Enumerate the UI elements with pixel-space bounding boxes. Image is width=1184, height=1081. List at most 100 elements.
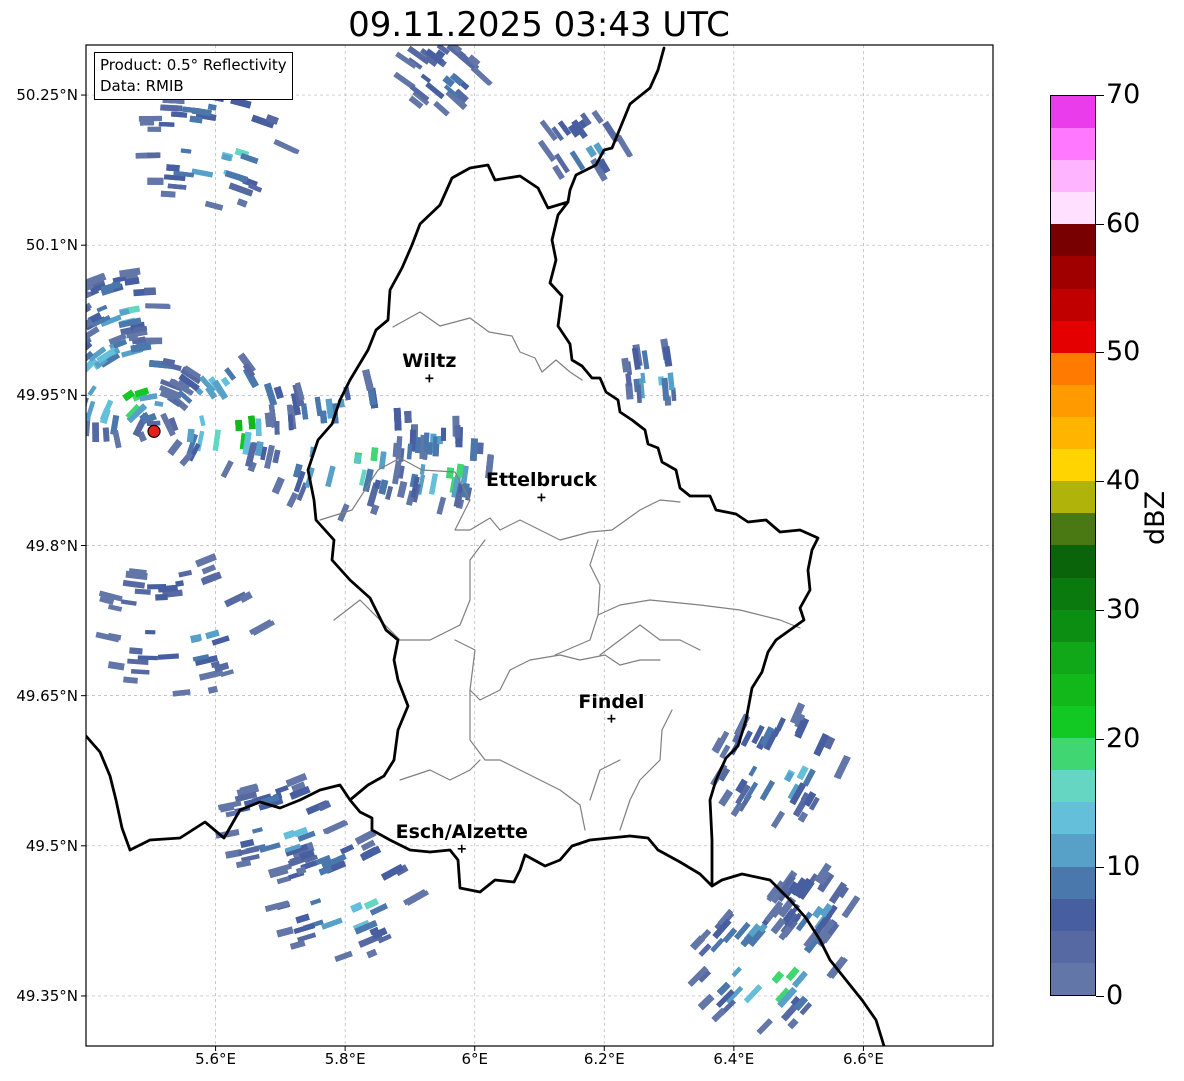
echo-bin xyxy=(52,351,70,373)
echo-bin xyxy=(425,81,445,100)
echo-bin xyxy=(771,810,785,829)
colorbar-segment xyxy=(1051,706,1095,739)
axis-ticks xyxy=(81,94,864,1051)
echo-bin xyxy=(58,364,69,378)
echo-bin xyxy=(711,1007,727,1023)
echo-bin xyxy=(404,410,412,423)
echo-bin xyxy=(537,139,557,163)
colorbar-tick-label: 40 xyxy=(1106,465,1141,497)
lon-tick-label: 5.6°E xyxy=(195,1050,236,1068)
lon-tick-label: 6.6°E xyxy=(843,1050,884,1068)
echo-bin xyxy=(166,164,180,172)
echo-bin xyxy=(319,410,328,424)
echo-bin xyxy=(756,1018,773,1035)
echo-bin xyxy=(366,948,378,959)
colorbar-segment xyxy=(1051,802,1095,835)
luxembourg-border xyxy=(86,46,886,1046)
city-marker xyxy=(537,493,546,502)
colorbar-segment xyxy=(1051,770,1095,803)
echo-bin xyxy=(698,943,712,957)
echo-bin xyxy=(167,183,187,190)
echo-bin xyxy=(143,287,156,295)
colorbar-segment xyxy=(1051,898,1095,931)
echo-bin xyxy=(68,360,81,375)
echo-bin xyxy=(212,429,221,451)
colorbar-tick-label: 30 xyxy=(1106,593,1141,625)
echo-bin xyxy=(137,655,158,661)
lat-tick-label: 49.8°N xyxy=(25,536,78,555)
echo-bin xyxy=(436,496,447,515)
echo-bin xyxy=(205,629,220,640)
echo-bin xyxy=(325,465,336,488)
echo-bin xyxy=(199,415,206,427)
echo-bin xyxy=(697,994,715,1011)
echo-bin xyxy=(47,366,61,383)
radar-site-dot xyxy=(147,424,161,438)
city-markers xyxy=(425,374,616,853)
echo-bin xyxy=(60,409,69,426)
colorbar-segment xyxy=(1051,192,1095,225)
echo-bin xyxy=(221,376,231,387)
colorbar-tick-label: 70 xyxy=(1106,79,1141,110)
echo-bin xyxy=(95,631,120,643)
lat-tick-label: 49.5°N xyxy=(25,836,78,855)
echo-bin xyxy=(220,460,234,479)
echo-bin xyxy=(129,647,143,655)
echo-bin xyxy=(295,913,310,924)
echo-bin xyxy=(158,121,175,127)
echo-bin xyxy=(147,126,162,132)
echo-bin xyxy=(433,100,450,117)
echo-bin xyxy=(334,950,353,962)
echo-bin xyxy=(96,304,108,313)
echo-bin xyxy=(743,984,763,1004)
echo-bin xyxy=(428,473,438,495)
echo-bin xyxy=(87,385,97,396)
echo-bin xyxy=(154,400,164,407)
echo-bin xyxy=(102,427,110,442)
echo-bin xyxy=(289,940,306,950)
echo-bin xyxy=(662,346,673,367)
echo-bin xyxy=(616,135,634,158)
lon-tick-label: 6°E xyxy=(461,1050,488,1068)
echo-bin xyxy=(68,360,81,375)
echo-bin xyxy=(787,1018,799,1030)
echo-bin xyxy=(248,415,256,430)
echo-bin xyxy=(60,409,69,426)
echo-bin xyxy=(157,653,179,660)
city-marker xyxy=(425,374,434,383)
echo-bin xyxy=(264,412,274,428)
city-label: Ettelbruck xyxy=(485,469,597,492)
echo-bin xyxy=(272,449,281,464)
echo-bin xyxy=(259,842,281,853)
product-info-box: Product: 0.5° Reflectivity Data: RMIB xyxy=(94,52,293,100)
colorbar-unit-label: dBZ xyxy=(1140,490,1171,545)
echo-bin xyxy=(406,443,413,460)
echo-bin xyxy=(415,437,422,454)
echo-bin xyxy=(147,177,164,185)
echo-bin xyxy=(207,685,218,694)
echo-bin xyxy=(51,357,65,372)
echo-bin xyxy=(731,966,742,978)
colorbar-segment xyxy=(1051,577,1095,610)
echo-bin xyxy=(155,593,168,601)
city-label: Wiltz xyxy=(402,350,457,373)
echo-bin xyxy=(145,630,156,635)
echo-bin xyxy=(295,866,307,876)
city-label: Findel xyxy=(578,690,645,713)
echo-bin xyxy=(147,152,161,158)
echo-bin xyxy=(235,419,243,432)
lon-tick-label: 6.2°E xyxy=(583,1050,625,1068)
echo-bin xyxy=(362,369,374,391)
lon-tick-label: 6.4°E xyxy=(713,1050,755,1068)
echo-bin xyxy=(325,398,335,419)
echo-bin xyxy=(178,569,193,578)
colorbar-tick-label: 0 xyxy=(1106,980,1124,1011)
echo-bin xyxy=(180,148,192,154)
echo-bin xyxy=(70,406,81,428)
canton-boundaries xyxy=(319,311,801,831)
echo-bin xyxy=(130,669,150,675)
echo-bin xyxy=(122,389,135,402)
colorbar-segment xyxy=(1051,352,1095,385)
city-marker xyxy=(607,714,616,723)
echo-bin xyxy=(393,407,402,431)
